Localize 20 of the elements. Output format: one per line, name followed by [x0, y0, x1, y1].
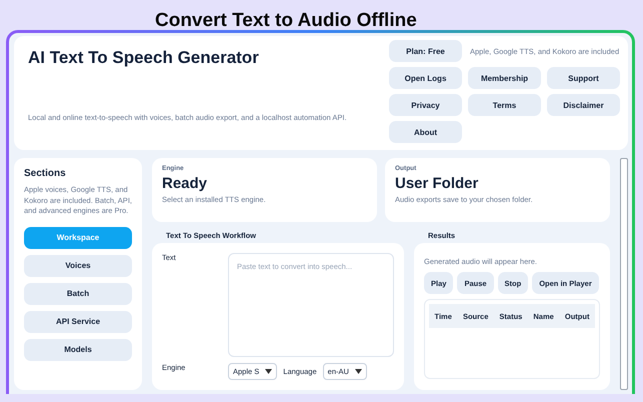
app-title: AI Text To Speech Generator [28, 48, 260, 68]
sidebar-item[interactable]: Batch [24, 282, 132, 304]
headline: Convert Text to Audio Offline [154, 9, 418, 28]
status-value: User Folder [395, 175, 480, 192]
header-button[interactable]: Open Logs [389, 67, 462, 89]
header-button[interactable]: Terms [468, 94, 541, 116]
header-button[interactable]: Support [547, 67, 620, 89]
header-button[interactable]: About [389, 121, 462, 143]
header-button[interactable]: Privacy [389, 94, 462, 116]
sidebar-title: Sections [24, 168, 67, 179]
status-value: Ready [162, 175, 208, 192]
sidebar-item[interactable]: Models [24, 338, 132, 360]
sidebar-item[interactable]: Voices [24, 254, 132, 276]
scrollbar[interactable] [620, 158, 628, 390]
caret-icon [265, 369, 272, 374]
header-button[interactable]: Disclaimer [547, 94, 620, 116]
sidebar-item[interactable]: API Service [24, 310, 132, 332]
caret-icon [354, 369, 362, 374]
plan-button[interactable]: Plan: Free [389, 40, 462, 62]
header-button[interactable]: Membership [468, 67, 541, 89]
